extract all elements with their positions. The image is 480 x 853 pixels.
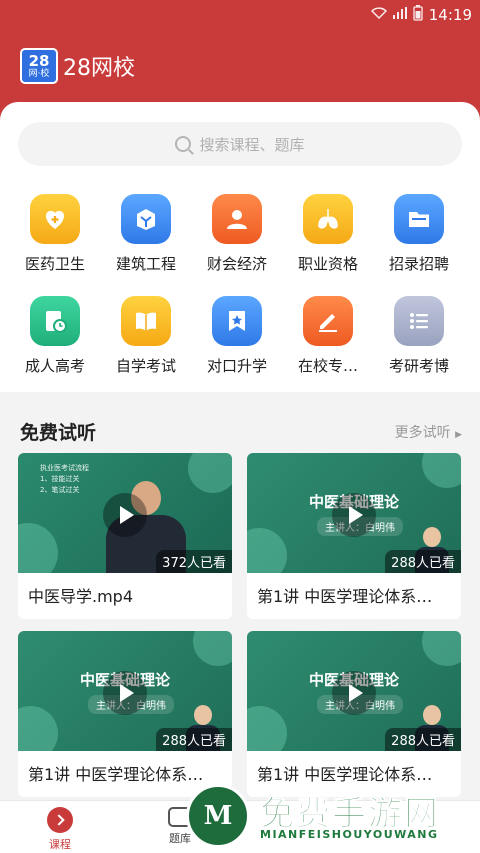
category-label: 医药卫生: [24, 255, 85, 273]
video-card[interactable]: 中医基础理论 主讲人：白明伟 288人已看 第1讲 中医学理论体系…: [247, 631, 461, 797]
search-input[interactable]: 搜索课程、题库: [18, 122, 462, 166]
play-icon[interactable]: [103, 493, 147, 537]
courses-icon: [47, 807, 73, 833]
badge-icon: [212, 296, 262, 346]
play-icon[interactable]: [103, 671, 147, 715]
view-count: 288人已看: [156, 728, 232, 751]
play-icon[interactable]: [332, 493, 376, 537]
tab-label: 课程: [49, 838, 71, 851]
search-icon: [175, 136, 192, 152]
status-bar: 14:19: [0, 0, 480, 28]
site-watermark: M 免费手游网 MIANFEISHOUYOUWANG: [186, 784, 476, 850]
wifi-icon: [370, 7, 387, 22]
video-caption: 第1讲 中医学理论体系…: [257, 587, 433, 606]
building-icon: [121, 194, 171, 244]
pencil-icon: [303, 296, 353, 346]
category-label: 对口升学: [206, 357, 267, 375]
clock-doc-icon: [30, 296, 80, 346]
more-trials-link[interactable]: 更多试听 ▶: [395, 422, 462, 442]
play-icon[interactable]: [332, 671, 376, 715]
person-icon: [212, 194, 262, 244]
category-label: 自学考试: [115, 357, 176, 375]
video-caption: 第1讲 中医学理论体系…: [257, 765, 433, 784]
video-card[interactable]: 执业医考试流程 1、技能过关 2、笔试过关 372人已看 中医导学.mp4: [18, 453, 232, 619]
more-trials-label: 更多试听: [394, 425, 451, 441]
category-label: 财会经济: [206, 255, 267, 273]
tab-courses[interactable]: 课程: [20, 807, 100, 852]
book-icon: [121, 296, 171, 346]
watermark-subtitle: MIANFEISHOUYOUWANG: [260, 828, 439, 841]
video-card[interactable]: 中医基础理论 主讲人：白明伟 288人已看 第1讲 中医学理论体系…: [247, 453, 461, 619]
category-label: 在校专…: [297, 357, 358, 375]
category-label: 职业资格: [297, 255, 358, 273]
category-medicine[interactable]: 医药卫生: [9, 194, 101, 274]
category-label: 成人高考: [24, 357, 85, 375]
heart-plus-icon: [30, 194, 80, 244]
video-thumbnail: 中医基础理论 主讲人：白明伟 288人已看: [247, 631, 461, 751]
category-construction[interactable]: 建筑工程: [100, 194, 192, 274]
list-icon: [394, 296, 444, 346]
free-trial-section: 免费试听 更多试听 ▶ 执业医考试流程 1、技能过关 2、笔试过关 372人已看…: [0, 400, 480, 800]
category-self-study[interactable]: 自学考试: [100, 296, 192, 376]
lungs-icon: [303, 194, 353, 244]
search-placeholder: 搜索课程、题库: [199, 135, 305, 154]
video-caption: 中医导学.mp4: [28, 587, 134, 606]
video-thumbnail: 执业医考试流程 1、技能过关 2、笔试过关 372人已看: [18, 453, 232, 573]
view-count: 288人已看: [385, 550, 461, 573]
app-logo: 28 网·校: [20, 48, 58, 84]
section-title: 免费试听: [20, 422, 97, 444]
brand: 28 网·校 28网校: [20, 48, 135, 84]
category-finance[interactable]: 财会经济: [191, 194, 283, 274]
slide-text: 执业医考试流程 1、技能过关 2、笔试过关: [40, 464, 89, 494]
category-recruitment[interactable]: 招录招聘: [373, 194, 465, 274]
app-name: 28网校: [63, 56, 135, 81]
signal-icon: [392, 7, 407, 22]
category-label: 招录招聘: [388, 255, 449, 273]
video-thumbnail: 中医基础理论 主讲人：白明伟 288人已看: [18, 631, 232, 751]
watermark-logo: M: [186, 784, 250, 848]
category-adult-exam[interactable]: 成人高考: [9, 296, 101, 376]
category-postgrad[interactable]: 考研考博: [373, 296, 465, 376]
main-sheet: 搜索课程、题库 医药卫生 建筑工程 财会经济 职业资格 招录招聘 成人高考 自学…: [0, 102, 480, 392]
category-in-school[interactable]: 在校专…: [282, 296, 374, 376]
video-card[interactable]: 中医基础理论 主讲人：白明伟 288人已看 第1讲 中医学理论体系…: [18, 631, 232, 797]
video-caption: 第1讲 中医学理论体系…: [28, 765, 204, 784]
logo-sub: 网·校: [28, 68, 50, 79]
category-label: 考研考博: [388, 357, 449, 375]
logo-number: 28: [28, 51, 50, 70]
triangle-right-icon: ▶: [455, 430, 462, 440]
category-label: 建筑工程: [115, 255, 176, 273]
folder-icon: [394, 194, 444, 244]
battery-icon: [413, 5, 423, 24]
category-vocational[interactable]: 职业资格: [282, 194, 374, 274]
view-count: 372人已看: [156, 550, 232, 573]
view-count: 288人已看: [385, 728, 461, 751]
category-counterpart[interactable]: 对口升学: [191, 296, 283, 376]
status-time: 14:19: [428, 5, 472, 24]
video-thumbnail: 中医基础理论 主讲人：白明伟 288人已看: [247, 453, 461, 573]
